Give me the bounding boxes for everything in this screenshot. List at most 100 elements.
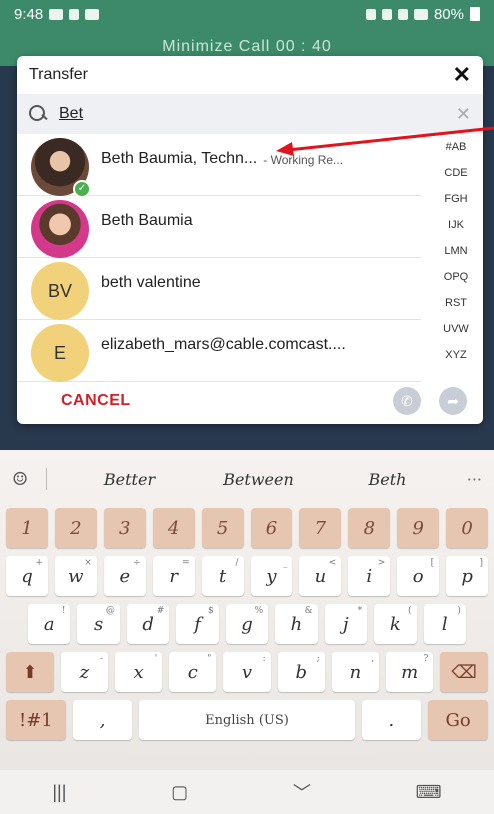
key[interactable]: p] (446, 556, 489, 596)
key[interactable]: d # (126, 604, 170, 644)
key[interactable]: y _ (250, 556, 293, 596)
key-letter: a (43, 613, 55, 635)
key-secondary: × (84, 558, 92, 568)
space-key[interactable]: English (US) (139, 700, 355, 740)
suggestion[interactable]: Beth (323, 470, 452, 489)
key[interactable]: z- (60, 652, 108, 692)
key-letter: q (21, 565, 33, 587)
key[interactable]: 6 (250, 508, 293, 548)
avatar: BV (31, 262, 89, 320)
transfer-dialog: Transfer ✕ ✕ ✓ Beth Baumia, Techn... - W… (17, 56, 483, 424)
key[interactable]: b; (277, 652, 325, 692)
key-letter: i (366, 565, 373, 587)
key[interactable]: l) (423, 604, 466, 644)
key[interactable]: w × (54, 556, 97, 596)
key[interactable]: 8 (348, 508, 391, 548)
key[interactable]: 3 (103, 508, 146, 548)
key[interactable]: 7 (299, 508, 342, 548)
key[interactable]: 9 (397, 508, 440, 548)
key[interactable]: o[ (397, 556, 440, 596)
key-secondary: < (328, 558, 337, 568)
emoji-icon[interactable]: ☺ (12, 469, 38, 490)
key[interactable]: n, (331, 652, 380, 692)
key[interactable]: v: (223, 652, 271, 692)
shift-key[interactable]: ⬆ (6, 652, 54, 692)
cancel-button[interactable]: CANCEL (61, 392, 131, 410)
alpha-index-item[interactable]: RST (429, 290, 483, 316)
key-secondary: : (262, 654, 266, 664)
back-icon[interactable]: ﹀ (293, 779, 311, 805)
letter-row-2: a! s @ d # f $ g% h & j * k(l) (0, 604, 494, 644)
key[interactable]: k( (374, 604, 417, 644)
key-letter: p (461, 565, 473, 587)
list-item[interactable]: Beth Baumia (17, 196, 421, 258)
key-secondary: - (99, 654, 103, 664)
key[interactable]: c " (169, 652, 217, 692)
more-options-icon[interactable]: ··· (452, 470, 482, 489)
avatar-initials: BV (47, 280, 72, 301)
key[interactable]: a! (28, 604, 71, 644)
alpha-index-item[interactable]: IJK (429, 212, 483, 238)
key[interactable]: 1 (6, 508, 48, 548)
key[interactable]: 2 (54, 508, 97, 548)
key[interactable]: t / (201, 556, 244, 596)
bottom-row: !#1 , English (US) . Go (0, 700, 494, 740)
suggestion[interactable]: Between (194, 470, 323, 489)
contact-name: beth valentine (101, 274, 201, 291)
key-secondary: # (156, 606, 165, 616)
divider (46, 468, 47, 490)
go-key[interactable]: Go (428, 700, 488, 740)
alpha-index-item[interactable]: FGH (429, 186, 483, 212)
consult-transfer-icon[interactable]: ✆ (393, 387, 421, 415)
keyboard-switch-icon[interactable]: ⌨ (416, 782, 442, 803)
alpha-index-item[interactable]: XYZ (429, 342, 483, 368)
alpha-index-item[interactable]: CDE (429, 160, 483, 186)
suggestion[interactable]: Better (65, 470, 194, 489)
home-icon[interactable]: ▢ (171, 782, 188, 803)
key[interactable]: i > (348, 556, 391, 596)
avatar: E (31, 324, 89, 382)
key[interactable]: h & (275, 604, 318, 644)
key[interactable]: r = (152, 556, 195, 596)
comma-key[interactable]: , (72, 700, 133, 740)
key[interactable]: s @ (77, 604, 120, 644)
alpha-index-item[interactable]: LMN (429, 238, 483, 264)
key-letter: z (79, 661, 90, 683)
period-key[interactable]: . (361, 700, 422, 740)
alpha-index-item[interactable]: UVW (429, 316, 483, 342)
key[interactable]: g% (225, 604, 269, 644)
key[interactable]: 5 (201, 508, 244, 548)
key[interactable]: u < (299, 556, 342, 596)
key-secondary: " (207, 654, 212, 664)
number-row: 1 2 3 4 5 6 7 8 9 0 (0, 508, 494, 548)
key[interactable]: j * (324, 604, 368, 644)
blind-transfer-icon[interactable]: ➦ (439, 387, 467, 415)
recent-apps-icon[interactable]: ||| (52, 782, 66, 803)
minimize-call-label: Minimize Call (162, 38, 271, 55)
key[interactable]: e ÷ (103, 556, 146, 596)
key[interactable]: 4 (152, 508, 195, 548)
alphabet-index: #AB CDE FGH IJK LMN OPQ RST UVW XYZ (429, 134, 483, 368)
key[interactable]: f $ (176, 604, 219, 644)
close-icon[interactable]: ✕ (453, 62, 471, 88)
key[interactable]: q + (6, 556, 48, 596)
list-item[interactable]: BV beth valentine (17, 258, 421, 320)
key-secondary: ) (457, 606, 461, 616)
key[interactable]: m? (386, 652, 434, 692)
backspace-key[interactable]: ⌫ (440, 652, 488, 692)
avatar (31, 200, 89, 258)
key-letter: x (133, 661, 144, 683)
battery-percent: 80% (433, 5, 464, 23)
alpha-index-item[interactable]: OPQ (429, 264, 483, 290)
search-input[interactable] (59, 105, 448, 123)
key-secondary: _ (282, 558, 288, 568)
key-secondary: / (235, 558, 239, 568)
symbols-key[interactable]: !#1 (6, 700, 66, 740)
dialog-title: Transfer (29, 66, 88, 83)
list-item[interactable]: ✓ Beth Baumia, Techn... - Working Re... (17, 134, 421, 198)
alpha-index-item[interactable]: #AB (429, 134, 483, 160)
clear-search-icon[interactable]: ✕ (456, 104, 471, 125)
key[interactable]: 0 (446, 508, 489, 548)
list-item[interactable]: E elizabeth_mars@cable.comcast.... (17, 320, 421, 382)
key[interactable]: x ' (114, 652, 163, 692)
